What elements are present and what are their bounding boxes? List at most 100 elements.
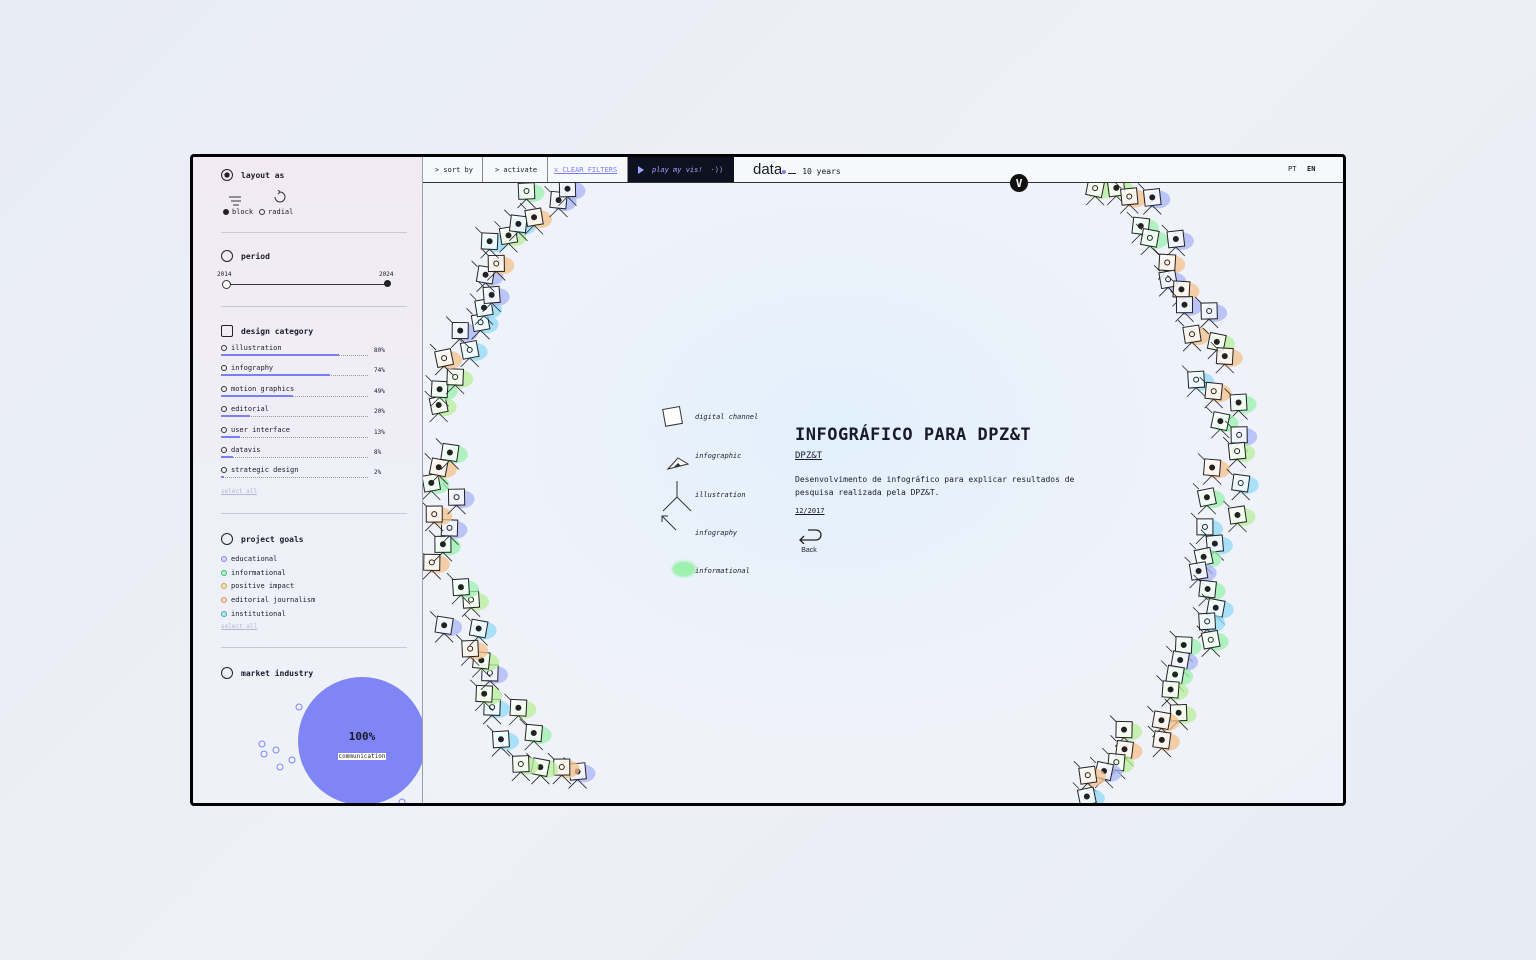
divider [221, 306, 407, 307]
legend-infography: infography [695, 529, 738, 537]
logo-cursor [788, 173, 797, 174]
project-glyph[interactable] [506, 749, 539, 782]
lang-en[interactable]: EN [1307, 165, 1315, 173]
illustration-icon [662, 481, 692, 512]
period-title: period [241, 251, 270, 261]
project-description: Desenvolvimento de infográfico para expl… [795, 475, 1075, 497]
play-label: play my vis! [652, 165, 703, 174]
category-percent: 8% [374, 448, 382, 456]
project-glyph[interactable] [1226, 468, 1259, 501]
project-glyph[interactable] [1194, 296, 1228, 329]
category-label: illustration [231, 344, 282, 352]
project-glyph[interactable] [1199, 376, 1232, 409]
category-label: datavis [231, 445, 261, 454]
project-glyph[interactable] [486, 725, 519, 757]
logo-dot [782, 170, 787, 174]
category-row[interactable]: strategic design 2% [221, 466, 409, 486]
category-checkbox[interactable] [221, 467, 227, 474]
category-row[interactable]: user interface 13% [221, 426, 409, 446]
category-checkbox[interactable] [221, 385, 227, 392]
project-glyph[interactable] [1177, 319, 1211, 352]
industry-title: market industry [241, 668, 314, 678]
infographic-icon [666, 457, 690, 470]
activate-button[interactable]: > activate [483, 157, 548, 182]
category-row[interactable]: illustration 80% [221, 344, 409, 364]
category-row[interactable]: infography 74% [221, 364, 409, 384]
goal-row[interactable]: institutional [221, 607, 315, 621]
category-label: motion graphics [231, 384, 295, 393]
goal-row[interactable]: informational [221, 566, 315, 580]
goal-row[interactable]: editorial journalism [221, 593, 315, 607]
category-checkbox[interactable] [221, 446, 227, 453]
period-slider-end-handle[interactable] [384, 280, 391, 287]
radial-layout-icon[interactable] [273, 189, 287, 208]
category-percent: 74% [374, 367, 385, 375]
project-glyph[interactable] [1197, 453, 1231, 485]
goal-checkbox[interactable] [221, 597, 227, 604]
radial-visualization[interactable]: digital channel infographic illustration… [423, 183, 1343, 803]
category-row[interactable]: motion graphics 49% [221, 385, 409, 405]
project-glyph[interactable] [1192, 482, 1225, 515]
period-slider-start-handle[interactable] [222, 280, 231, 289]
project-glyph[interactable] [429, 611, 463, 643]
goals-title: project goals [241, 534, 304, 544]
project-glyph[interactable] [519, 718, 552, 751]
category-checkbox[interactable] [221, 345, 227, 351]
design-category-section: design category illustration 80% infograp… [221, 325, 409, 495]
category-track [221, 456, 368, 458]
goal-row[interactable]: positive impact [221, 580, 315, 594]
divider [221, 232, 407, 233]
logo-text: data [753, 161, 783, 178]
top-toolbar: > sort by > activate x CLEAR FILTERS pla… [423, 157, 1343, 183]
goal-checkbox[interactable] [221, 611, 227, 618]
category-checkbox[interactable] [221, 406, 227, 413]
visitor-badge[interactable]: V [1010, 174, 1028, 192]
category-label: strategic design [231, 466, 299, 475]
category-label: user interface [231, 425, 291, 434]
lang-pt[interactable]: PT [1288, 165, 1296, 173]
category-row[interactable]: editorial 20% [221, 405, 409, 425]
app-logo[interactable]: data 10 years [753, 161, 841, 178]
project-glyph[interactable] [512, 183, 545, 209]
back-arrow-icon [799, 529, 822, 545]
category-percent: 2% [374, 469, 382, 477]
legend-illustration: illustration [695, 491, 746, 499]
market-industry-section: market industry [221, 667, 409, 679]
project-glyph[interactable] [1223, 500, 1256, 533]
category-row[interactable]: datavis 8% [221, 446, 409, 466]
clear-filters-link[interactable]: x CLEAR FILTERS [548, 157, 628, 182]
layout-option-radial[interactable]: radial [259, 208, 293, 216]
back-label: Back [801, 547, 817, 554]
back-button[interactable]: Back [795, 528, 823, 554]
category-track [221, 477, 368, 479]
goal-checkbox[interactable] [221, 555, 227, 562]
project-date: 12/2017 [795, 507, 825, 515]
goals-select-all[interactable]: select all [221, 623, 257, 630]
period-end-label: 2024 [379, 271, 394, 278]
category-bar [221, 374, 330, 377]
clock-icon [221, 250, 233, 262]
industry-minor-dots [258, 703, 406, 803]
goal-row[interactable]: educational [221, 552, 315, 566]
goal-checkbox[interactable] [221, 583, 227, 590]
category-label: infography [231, 364, 274, 373]
goal-checkbox[interactable] [221, 569, 227, 576]
layout-option-block[interactable]: block [223, 208, 253, 216]
category-checkbox[interactable] [221, 426, 227, 433]
period-slider-track[interactable] [226, 284, 388, 285]
category-select-all[interactable]: select all [221, 488, 257, 495]
category-bar [221, 394, 294, 397]
category-track [221, 436, 368, 438]
play-vis-button[interactable]: play my vis! ·)) [628, 157, 734, 182]
goal-label: editorial journalism [231, 596, 316, 605]
period-start-label: 2014 [217, 271, 232, 278]
sort-by-button[interactable]: > sort by [423, 157, 483, 182]
category-label: editorial [231, 405, 269, 414]
category-bar [221, 476, 224, 479]
category-percent: 13% [374, 428, 385, 436]
play-icon [638, 165, 644, 174]
category-percent: 20% [374, 408, 385, 416]
project-client-link[interactable]: DPZ&T [795, 451, 822, 461]
category-checkbox[interactable] [221, 365, 227, 372]
goal-label: institutional [231, 610, 286, 619]
